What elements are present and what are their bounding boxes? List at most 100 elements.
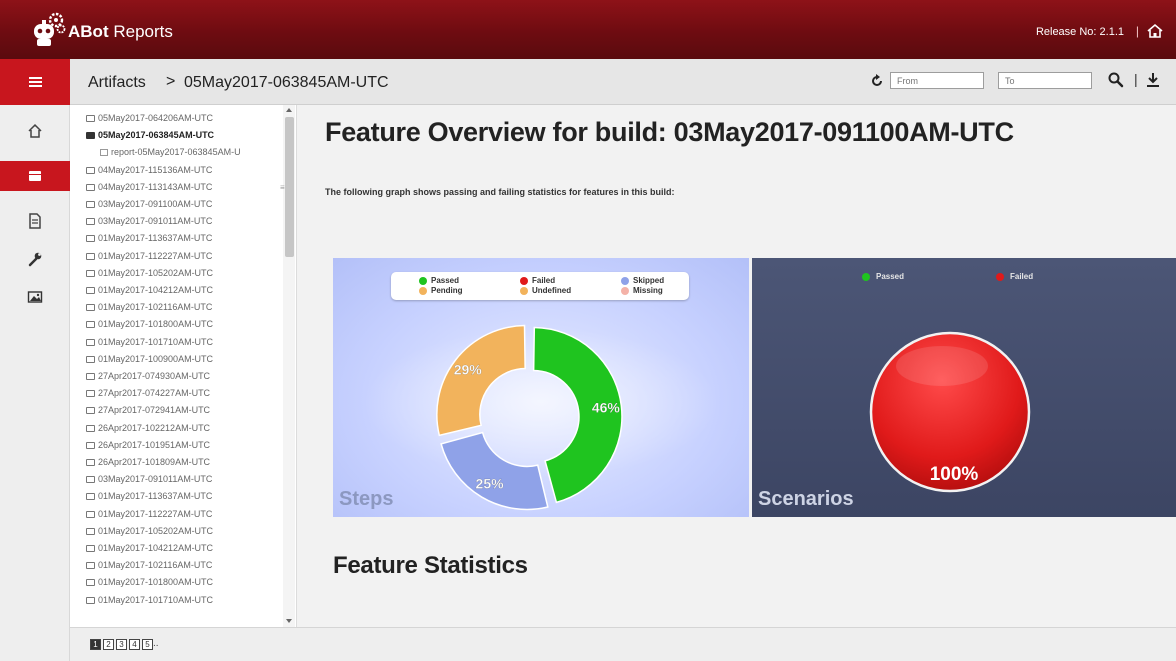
file-icon xyxy=(100,149,108,157)
tree-folder-item[interactable]: 01May2017-105202AM-UTC xyxy=(86,526,213,542)
tree-folder-item[interactable]: 01May2017-112227AM-UTC xyxy=(86,509,212,525)
tree-item-label: 26Apr2017-101809AM-UTC xyxy=(98,457,211,467)
tree-item-label: 04May2017-113143AM-UTC xyxy=(98,181,213,192)
menu-toggle-button[interactable] xyxy=(0,59,70,105)
nav-images[interactable] xyxy=(0,283,70,313)
folder-icon xyxy=(86,287,95,294)
tree-folder-item[interactable]: 01May2017-100900AM-UTC xyxy=(86,354,213,370)
tree-item-label: 04May2017-115136AM-UTC xyxy=(98,164,213,175)
folder-icon xyxy=(86,166,95,174)
steps-slice-label-pending: 29% xyxy=(454,361,483,377)
tree-folder-item[interactable]: 05May2017-064206AM-UTC xyxy=(86,113,213,129)
page-button-2[interactable]: 2 xyxy=(103,639,114,650)
tree-folder-item[interactable]: 03May2017-091011AM-UTC xyxy=(86,474,212,490)
breadcrumb-current: 05May2017-063845AM-UTC xyxy=(184,74,389,91)
page-button-3[interactable]: 3 xyxy=(116,639,127,650)
home-icon[interactable] xyxy=(1146,23,1164,39)
tree-folder-item[interactable]: 01May2017-101800AM-UTC xyxy=(86,319,213,335)
tree-item-label: 03May2017-091011AM-UTC xyxy=(98,474,213,485)
tree-report-file[interactable]: report-05May2017-063845AM-U xyxy=(100,147,241,163)
robot-gears-icon[interactable] xyxy=(30,12,66,48)
tree-folder-item[interactable]: 04May2017-115136AM-UTC xyxy=(86,165,212,181)
page-button-4[interactable]: 4 xyxy=(129,639,140,650)
to-date-input[interactable] xyxy=(998,72,1092,89)
folder-icon xyxy=(86,252,95,260)
home-icon xyxy=(28,123,42,138)
tree-folder-item[interactable]: 26Apr2017-101809AM-UTC xyxy=(86,457,210,473)
tree-folder-item[interactable]: 01May2017-112227AM-UTC xyxy=(86,251,212,267)
tree-item-label: 27Apr2017-074227AM-UTC xyxy=(98,388,211,399)
folder-icon xyxy=(86,527,95,535)
page-button-1[interactable]: 1 xyxy=(90,639,101,650)
nav-reports[interactable] xyxy=(0,161,70,191)
tree-folder-item[interactable]: 03May2017-091011AM-UTC xyxy=(86,216,212,232)
brand-title[interactable]: ABot Reports xyxy=(68,22,173,42)
nav-tools[interactable] xyxy=(0,245,70,275)
tree-item-label: 05May2017-064206AM-UTC xyxy=(98,113,214,123)
tree-folder-item[interactable]: 03May2017-091100AM-UTC xyxy=(86,199,212,215)
tree-item-label: 03May2017-091100AM-UTC xyxy=(98,199,213,209)
tree-item-label: 26Apr2017-101951AM-UTC xyxy=(98,439,211,450)
top-header: ABot Reports Release No: 2.1.1 | xyxy=(0,0,1176,59)
tree-item-label: 01May2017-112227AM-UTC xyxy=(98,508,213,519)
tree-item-label: 27Apr2017-074930AM-UTC xyxy=(98,371,211,381)
left-rail xyxy=(0,59,70,661)
page-ellipsis[interactable]: .. xyxy=(153,638,159,649)
tree-folder-item[interactable]: 01May2017-101800AM-UTC xyxy=(86,577,213,593)
download-icon[interactable] xyxy=(1146,72,1160,88)
tree-folder-item[interactable]: 27Apr2017-074227AM-UTC xyxy=(86,388,210,404)
tree-folder-item[interactable]: 27Apr2017-074930AM-UTC xyxy=(86,371,210,387)
tree-folder-item[interactable]: 05May2017-063845AM-UTC xyxy=(86,130,214,146)
refresh-icon[interactable] xyxy=(870,74,884,88)
tree-folder-item[interactable]: 01May2017-101710AM-UTC xyxy=(86,337,213,353)
folder-icon xyxy=(86,596,95,604)
release-number: Release No: 2.1.1 xyxy=(1035,26,1124,38)
tree-item-label: 03May2017-091011AM-UTC xyxy=(98,216,213,227)
tree-folder-item[interactable]: 01May2017-102116AM-UTC xyxy=(86,302,212,318)
hamburger-line xyxy=(29,85,42,87)
search-icon[interactable] xyxy=(1108,72,1124,88)
tree-folder-item[interactable]: 26Apr2017-102212AM-UTC xyxy=(86,423,210,439)
tree-folder-item[interactable]: 04May2017-113143AM-UTC xyxy=(86,182,212,198)
image-icon xyxy=(27,291,43,303)
tree-item-label: 27Apr2017-072941AM-UTC xyxy=(98,405,211,416)
pagination: 1 2 3 4 5 .. xyxy=(70,627,1176,661)
folder-icon xyxy=(86,373,95,380)
tree-folder-item[interactable]: 01May2017-113637AM-UTC xyxy=(86,491,212,507)
folder-icon xyxy=(86,183,95,191)
tree-scroll-thumb[interactable] xyxy=(285,117,294,257)
document-icon xyxy=(29,213,41,229)
tree-folder-item[interactable]: 01May2017-105202AM-UTC xyxy=(86,268,213,284)
tree-item-label: 26Apr2017-102212AM-UTC xyxy=(98,422,211,433)
tree-folder-item[interactable]: 26Apr2017-101951AM-UTC xyxy=(86,440,210,456)
breadcrumb-artifacts[interactable]: Artifacts xyxy=(88,74,146,92)
build-tree-panel[interactable]: 05May2017-064206AM-UTC 05May2017-063845AM… xyxy=(70,105,297,627)
tree-folder-item[interactable]: 01May2017-101710AM-UTC xyxy=(86,595,213,611)
folder-icon xyxy=(86,338,95,346)
tree-folder-item[interactable]: 01May2017-113637AM-UTC xyxy=(86,233,212,249)
hamburger-menu-icon xyxy=(29,77,42,79)
header-separator: | xyxy=(1135,24,1139,38)
app-window: ABot Reports Release No: 2.1.1 | Artifac… xyxy=(0,0,1176,661)
tree-item-label: 01May2017-102116AM-UTC xyxy=(98,560,213,571)
nav-documents[interactable] xyxy=(0,207,70,237)
tree-folder-item[interactable]: 01May2017-102116AM-UTC xyxy=(86,560,212,576)
breadcrumb-bar: Artifacts > 05May2017-063845AM-UTC | xyxy=(70,59,1176,105)
tree-folder-item[interactable]: 27Apr2017-072941AM-UTC xyxy=(86,405,210,421)
folder-icon xyxy=(86,218,95,226)
tree-item-label: 05May2017-063845AM-UTC xyxy=(98,130,215,141)
scroll-down-arrow[interactable] xyxy=(286,619,292,623)
folder-icon xyxy=(86,115,95,122)
scenarios-chart-title: Scenarios xyxy=(758,488,854,510)
page-button-5[interactable]: 5 xyxy=(142,639,153,650)
from-date-input[interactable] xyxy=(890,72,984,89)
folder-icon xyxy=(86,355,95,363)
nav-home[interactable] xyxy=(0,117,70,147)
scroll-up-arrow[interactable] xyxy=(286,108,292,112)
tree-folder-item[interactable]: 01May2017-104212AM-UTC xyxy=(86,285,213,301)
tree-folder-item[interactable]: 01May2017-104212AM-UTC xyxy=(86,543,213,559)
tree-item-label: 01May2017-104212AM-UTC xyxy=(98,543,214,553)
list-icon xyxy=(29,171,41,181)
folder-icon xyxy=(86,562,95,570)
folder-icon xyxy=(86,304,95,312)
